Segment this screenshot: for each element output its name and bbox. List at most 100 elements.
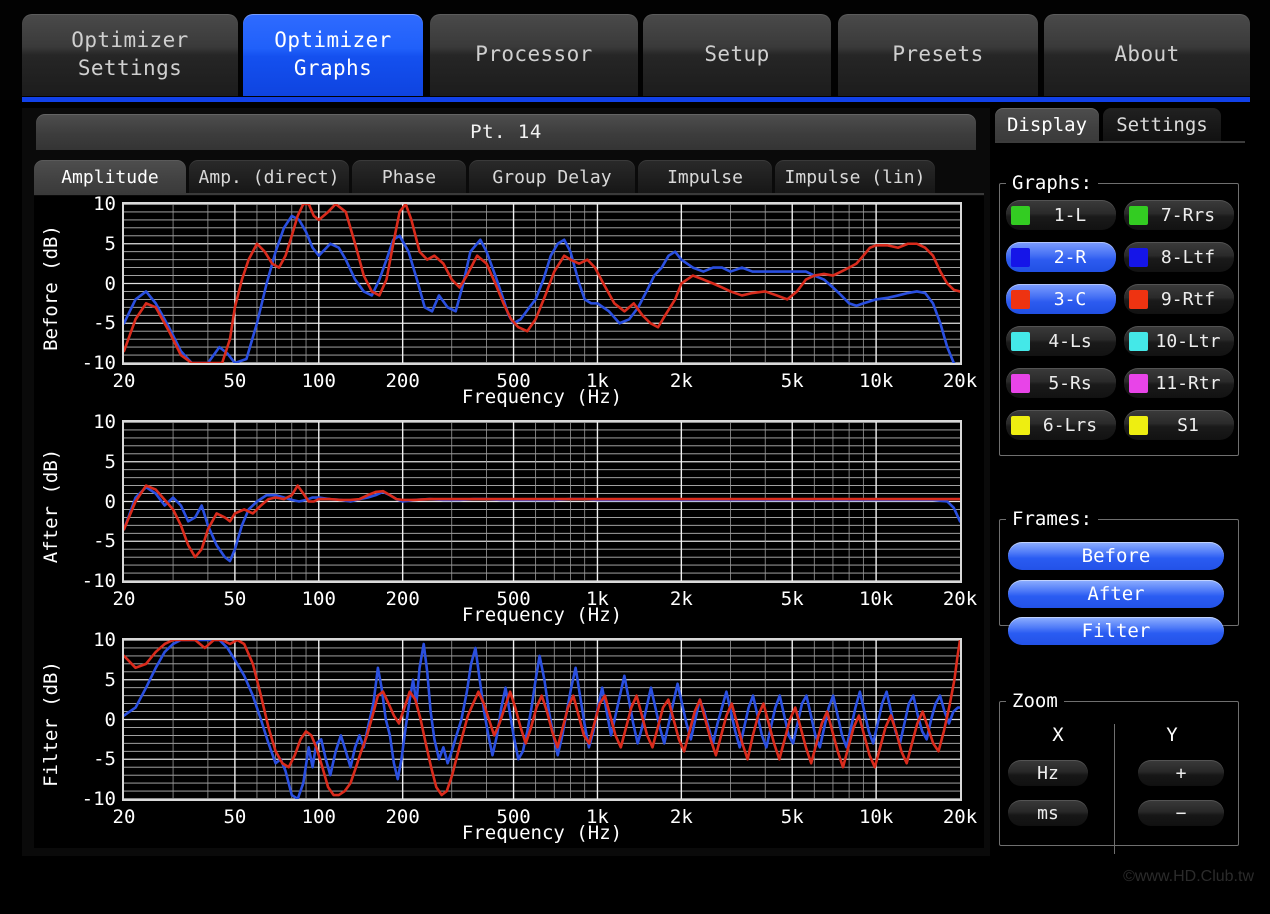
x-axis-title-after: Frequency (Hz): [461, 604, 623, 626]
channel-button-10-ltr[interactable]: 10-Ltr: [1124, 326, 1234, 356]
y-tick-label: 10: [93, 193, 116, 215]
watermark: ©www.HD.Club.tw: [1123, 868, 1254, 885]
channel-button-label: 3-C: [1053, 288, 1087, 310]
channel-color-swatch-icon: [1129, 415, 1148, 435]
measurement-point-header[interactable]: Pt. 14: [36, 114, 976, 150]
zoom-y-header: Y: [1166, 724, 1178, 746]
y-axis-title-after: After (dB): [40, 448, 63, 564]
graph-tab-label: Group Delay: [492, 166, 612, 188]
graph-tab-label: Amp. (direct): [198, 166, 340, 188]
graph-tab-group-delay[interactable]: Group Delay: [469, 160, 635, 194]
channel-button-2-r[interactable]: 2-R: [1006, 242, 1116, 272]
frame-button-filter[interactable]: Filter: [1008, 617, 1224, 645]
frame-button-before[interactable]: Before: [1008, 542, 1224, 570]
channel-color-swatch-icon: [1011, 205, 1030, 225]
channel-button-4-ls[interactable]: 4-Ls: [1006, 326, 1116, 356]
channel-color-swatch-icon: [1129, 331, 1148, 351]
channel-button-label: 4-Ls: [1048, 330, 1092, 352]
y-axis-ticks-before: 10 5 0 -5 -10: [64, 193, 120, 374]
graph-panel-filter: Filter (dB) 10 5 0 -5 -10 20 50 100 200 500 1k 2k 5…: [34, 629, 984, 856]
y-axis-ticks-after: 10 5 0 -5 -10: [64, 411, 120, 592]
y-tick-label: 10: [93, 629, 116, 651]
channel-button-label: 6-Lrs: [1042, 414, 1098, 436]
channel-button-5-rs[interactable]: 5-Rs: [1006, 368, 1116, 398]
channel-button-8-ltf[interactable]: 8-Ltf: [1124, 242, 1234, 272]
channel-button-3-c[interactable]: 3-C: [1006, 284, 1116, 314]
plot-area-before[interactable]: [122, 202, 962, 365]
tab-optimizer-graphs[interactable]: Optimizer Graphs: [243, 14, 423, 96]
channel-button-9-rtf[interactable]: 9-Rtf: [1124, 284, 1234, 314]
zoom-button-label: −: [1175, 802, 1187, 824]
y-tick-label: -5: [93, 312, 116, 335]
graph-tab-label: Impulse: [667, 166, 743, 188]
zoom-button-label: +: [1175, 762, 1187, 784]
zoom-y-in-button[interactable]: +: [1138, 760, 1224, 786]
tab-setup[interactable]: Setup: [643, 14, 831, 96]
zoom-y-out-button[interactable]: −: [1138, 800, 1224, 826]
active-tab-underline: [22, 97, 1250, 102]
graphs-group-legend: Graphs:: [1012, 172, 1093, 194]
graph-tab-impulse-lin[interactable]: Impulse (lin): [775, 160, 935, 194]
graph-type-tab-bar: Amplitude Amp. (direct) Phase Group Dela…: [34, 160, 984, 194]
channel-color-swatch-icon: [1129, 205, 1148, 225]
frame-button-after[interactable]: After: [1008, 580, 1224, 608]
graph-tab-amplitude[interactable]: Amplitude: [34, 160, 186, 194]
tab-label: Optimizer Graphs: [274, 28, 392, 80]
tab-label: Setup: [704, 42, 770, 67]
y-tick-label: -10: [81, 352, 116, 374]
channel-color-swatch-icon: [1011, 247, 1030, 267]
graph-tab-label: Amplitude: [61, 166, 159, 188]
channel-button-7-rrs[interactable]: 7-Rrs: [1124, 200, 1234, 230]
sidebar-tab-bar: Display Settings: [995, 108, 1245, 142]
plot-area-after[interactable]: [122, 420, 962, 583]
tab-label: About: [1114, 42, 1180, 67]
x-axis-title-before: Frequency (Hz): [461, 386, 623, 408]
graph-tab-impulse[interactable]: Impulse: [638, 160, 772, 194]
tab-optimizer-settings[interactable]: Optimizer Settings: [22, 14, 238, 96]
graph-tab-amp-direct[interactable]: Amp. (direct): [189, 160, 349, 194]
graph-tab-label: Impulse (lin): [784, 166, 926, 188]
y-tick-label: -5: [93, 748, 116, 771]
sidebar-tab-label: Display: [1006, 114, 1088, 136]
tab-processor[interactable]: Processor: [430, 14, 638, 96]
channel-button-6-lrs[interactable]: 6-Lrs: [1006, 410, 1116, 440]
sidebar-tab-settings[interactable]: Settings: [1103, 108, 1221, 142]
y-tick-label: 5: [104, 232, 116, 255]
zoom-column-divider: [1114, 724, 1115, 854]
channel-button-11-rtr[interactable]: 11-Rtr: [1124, 368, 1234, 398]
frames-group: Frames: Before After Filter: [999, 508, 1239, 645]
channel-button-label: 9-Rtf: [1160, 288, 1216, 310]
graph-stack: Before (dB) 10 5 0 -5 -10 20 50 100 200 500 1k 2k 5…: [34, 193, 984, 848]
channel-button-label: 8-Ltf: [1160, 246, 1216, 268]
y-tick-label: 5: [104, 450, 116, 473]
zoom-x-ms-button[interactable]: ms: [1008, 800, 1088, 826]
graph-panel-before: Before (dB) 10 5 0 -5 -10 20 50 100 200 500 1k 2k 5…: [34, 193, 984, 420]
channel-button-1-l[interactable]: 1-L: [1006, 200, 1116, 230]
tab-about[interactable]: About: [1044, 14, 1250, 96]
tab-presets[interactable]: Presets: [838, 14, 1038, 96]
sidebar-tab-divider: [995, 141, 1245, 143]
y-tick-label: -5: [93, 530, 116, 553]
zoom-group: Zoom X Y Hz ms + −: [999, 690, 1239, 854]
channel-button-label: 1-L: [1053, 204, 1087, 226]
graph-tab-phase[interactable]: Phase: [352, 160, 466, 194]
zoom-group-legend: Zoom: [1012, 690, 1058, 712]
y-axis-title-before: Before (dB): [40, 225, 62, 351]
channel-button-label: 5-Rs: [1048, 372, 1092, 394]
graph-panel-after: After (dB) 10 5 0 -5 -10 20 50 100 200 500 1k 2k 5k…: [34, 411, 984, 638]
channel-button-label: 2-R: [1053, 246, 1087, 268]
x-axis-title-filter: Frequency (Hz): [461, 822, 623, 844]
plot-area-filter[interactable]: [122, 638, 962, 801]
sidebar-tab-display[interactable]: Display: [995, 108, 1099, 142]
y-axis-title-filter: Filter (dB): [40, 661, 62, 787]
channel-button-s1[interactable]: S1: [1124, 410, 1234, 440]
channel-color-swatch-icon: [1011, 289, 1030, 309]
sidebar-tab-label: Settings: [1116, 114, 1208, 136]
channel-color-swatch-icon: [1011, 373, 1030, 393]
channel-button-label: S1: [1177, 414, 1199, 436]
zoom-x-hz-button[interactable]: Hz: [1008, 760, 1088, 786]
tab-label: Optimizer Settings: [71, 28, 189, 80]
measurement-point-label: Pt. 14: [470, 121, 542, 143]
zoom-x-header: X: [1052, 724, 1064, 746]
graph-tab-divider: [34, 193, 984, 195]
